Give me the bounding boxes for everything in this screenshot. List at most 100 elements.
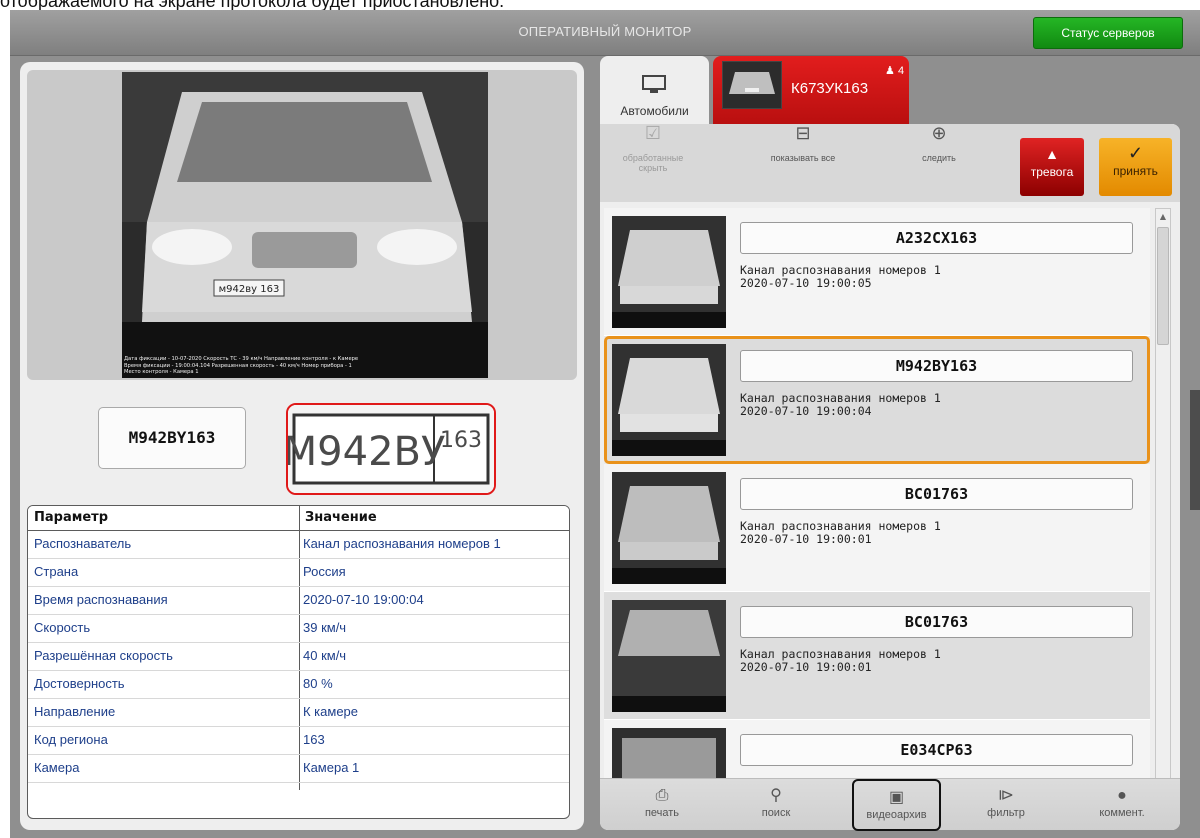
tab-automobiles-label: Автомобили <box>620 104 689 118</box>
server-status-button[interactable]: Статус серверов <box>1033 17 1183 49</box>
filter-icon: ⧐ <box>998 787 1014 804</box>
param-value: 163 <box>303 732 325 747</box>
event-detail-panel: м942ву 163 Дата фиксации - 10-07-2020 Ск… <box>20 62 584 830</box>
car-thumb-image <box>612 216 726 328</box>
filter-label: фильтр <box>987 807 1025 819</box>
printer-icon: ⎙ <box>655 787 669 804</box>
event-time: 2020-07-10 19:00:01 <box>740 532 872 546</box>
table-row: Время распознавания 2020-07-10 19:00:04 <box>28 587 569 615</box>
param-name: Скорость <box>34 620 91 635</box>
event-meta: Канал распознавания номеров 1 2020-07-10… <box>740 264 941 290</box>
snapshot-overlay: Дата фиксации - 10-07-2020 Скорость ТС -… <box>124 356 358 375</box>
table-row: Распознаватель Канал распознавания номер… <box>28 531 569 559</box>
event-time: 2020-07-10 19:00:01 <box>740 660 872 674</box>
search-button[interactable]: ⚲ поиск <box>734 785 818 829</box>
event-thumbnail <box>612 344 726 456</box>
alarm-thumbnail <box>722 61 782 109</box>
plate-crop-image[interactable]: М942ВУ 163 <box>286 403 496 495</box>
event-plate: M942BY163 <box>740 350 1133 382</box>
param-name: Время распознавания <box>34 592 168 607</box>
car-plate-text: м942ву 163 <box>219 284 280 295</box>
table-row: Код региона 163 <box>28 727 569 755</box>
vehicle-snapshot[interactable]: м942ву 163 Дата фиксации - 10-07-2020 Ск… <box>122 72 488 378</box>
param-value: Россия <box>303 564 346 579</box>
event-meta: Канал распознавания номеров 1 2020-07-10… <box>740 520 941 546</box>
table-row: Достоверность 80 % <box>28 671 569 699</box>
event-time: 2020-07-10 19:00:04 <box>740 404 872 418</box>
filter-button[interactable]: ⧐ фильтр <box>964 785 1048 829</box>
overlay-line-2: Время фиксации - 19:00:04.104 Разрешенна… <box>124 362 352 369</box>
accept-button[interactable]: ✓ принять <box>1099 138 1172 196</box>
param-value: 2020-07-10 19:00:04 <box>303 592 424 607</box>
window-title: ОПЕРАТИВНЫЙ МОНИТОР <box>518 24 692 39</box>
grid-icon: ⊟ <box>795 123 811 143</box>
table-row: Камера Камера 1 <box>28 755 569 783</box>
list-item-selected[interactable]: M942BY163 Канал распознавания номеров 1 … <box>604 336 1150 464</box>
header-value: Значение <box>305 510 377 525</box>
list-item[interactable]: A232CX163 Канал распознавания номеров 1 … <box>604 208 1150 336</box>
follow-button[interactable]: ⊕ следить <box>914 124 964 163</box>
bell-icon: ▲ <box>1045 146 1059 162</box>
comment-button[interactable]: ● коммент. <box>1080 785 1164 829</box>
param-name: Камера <box>34 760 80 775</box>
car-thumb-image <box>612 472 726 584</box>
event-thumbnail <box>612 216 726 328</box>
plate-crop-graphic: М942ВУ 163 <box>288 405 494 493</box>
tab-alarm-event[interactable]: ♟ 4 К673УК163 <box>713 56 909 126</box>
param-name: Страна <box>34 564 79 579</box>
bottom-toolbar: ⎙ печать ⚲ поиск ▣ видеоархив ⧐ фильтр ●… <box>600 778 1180 831</box>
table-row: Скорость 39 км/ч <box>28 615 569 643</box>
comment-label: коммент. <box>1099 807 1145 819</box>
follow-label: следить <box>922 153 956 163</box>
header-parameter: Параметр <box>34 510 109 525</box>
event-thumbnail <box>612 600 726 712</box>
hide-processed-button[interactable]: ☑ обработанные скрыть <box>614 124 692 173</box>
param-name: Направление <box>34 704 116 719</box>
titlebar: ОПЕРАТИВНЫЙ МОНИТОР Статус серверов <box>10 10 1200 56</box>
video-archive-button[interactable]: ▣ видеоархив <box>852 779 941 831</box>
scroll-thumb[interactable] <box>1157 227 1169 345</box>
param-value: Канал распознавания номеров 1 <box>303 536 501 551</box>
scroll-up-icon[interactable]: ▲ <box>1156 209 1170 225</box>
events-scrollbar[interactable]: ▲ ▼ <box>1155 208 1171 794</box>
param-name: Достоверность <box>34 676 125 691</box>
param-value: 40 км/ч <box>303 648 347 663</box>
recognized-plate-text: M942BY163 <box>98 407 246 469</box>
table-row: Направление К камере <box>28 699 569 727</box>
event-plate: BC01763 <box>740 606 1133 638</box>
car-thumb-image <box>612 600 726 712</box>
param-name: Разрешённая скорость <box>34 648 173 663</box>
event-time: 2020-07-10 19:00:05 <box>740 276 872 290</box>
print-button[interactable]: ⎙ печать <box>620 785 704 829</box>
plate-crop-number: М942ВУ <box>288 429 445 475</box>
tab-automobiles[interactable]: Автомобили <box>600 56 709 130</box>
alarm-button[interactable]: ▲ тревога <box>1020 138 1084 196</box>
show-all-button[interactable]: ⊟ показывать все <box>768 123 838 163</box>
search-label: поиск <box>761 807 791 819</box>
alarm-tab-plate: К673УК163 <box>791 80 869 97</box>
video-archive-label: видеоархив <box>866 809 927 821</box>
event-plate: BC01763 <box>740 478 1133 510</box>
accept-button-label: принять <box>1113 164 1158 178</box>
car-thumb-image <box>612 344 726 456</box>
list-item[interactable]: BC01763 Канал распознавания номеров 1 20… <box>604 592 1150 720</box>
param-value: К камере <box>303 704 359 719</box>
monitor-icon <box>642 75 666 93</box>
param-name: Код региона <box>34 732 108 747</box>
alarm-count: ♟ 4 <box>885 64 904 77</box>
param-value: 80 % <box>303 676 333 691</box>
event-plate: E034CP63 <box>740 734 1133 766</box>
alarm-button-label: тревога <box>1030 165 1074 179</box>
param-value: Камера 1 <box>303 760 360 775</box>
event-meta: Канал распознавания номеров 1 2020-07-10… <box>740 648 941 674</box>
list-item[interactable]: BC01763 Канал распознавания номеров 1 20… <box>604 464 1150 592</box>
print-label: печать <box>644 807 680 819</box>
param-value: 39 км/ч <box>303 620 347 635</box>
hide-processed-label: обработанные скрыть <box>622 153 684 173</box>
comment-icon: ● <box>1117 787 1127 804</box>
event-thumbnail <box>612 472 726 584</box>
table-row: Страна Россия <box>28 559 569 587</box>
film-icon: ▣ <box>888 789 905 806</box>
plate-crop-region: 163 <box>440 428 482 453</box>
events-panel: ☑ обработанные скрыть ⊟ показывать все ⊕… <box>600 123 1180 831</box>
